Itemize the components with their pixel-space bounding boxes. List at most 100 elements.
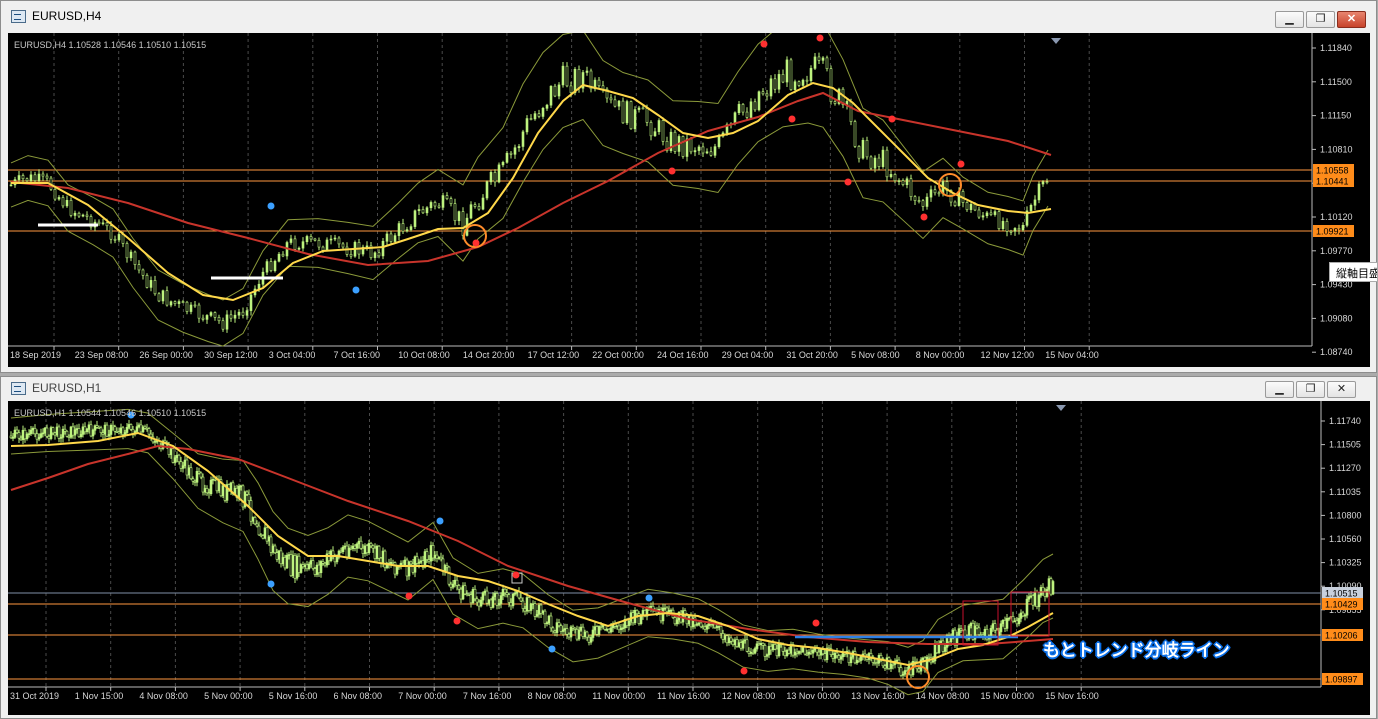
buy-signal-dot (352, 286, 360, 294)
restore-button[interactable]: ❐ (1296, 381, 1325, 398)
time-axis-label: 5 Nov 00:00 (204, 691, 253, 701)
price-chart-h4[interactable]: 18 Sep 2019 23 Sep 08:00 26 Sep 00:00 30 Se… (8, 33, 1370, 367)
candles (9, 419, 1055, 679)
price-axis-label: 1.09080 (1320, 313, 1353, 323)
time-axis-label: 5 Nov 16:00 (269, 691, 318, 701)
time-axis-label: 11 Nov 16:00 (657, 691, 710, 701)
symbol-info: EURUSD,H1 1.10544 1.10546 1.10510 1.1051… (14, 408, 207, 418)
price-chart-h1[interactable]: 31 Oct 2019 1 Nov 15:00 4 Nov 08:00 5 Nov 0… (8, 401, 1370, 715)
time-axis-label: 17 Oct 12:00 (528, 350, 580, 360)
buy-signal-dot (436, 517, 444, 525)
sell-signal-dot (453, 617, 461, 625)
price-axis-label: 1.11270 (1329, 463, 1361, 473)
price-axis-label: 1.11035 (1329, 487, 1361, 497)
window-title: EURUSD,H4 (32, 9, 102, 23)
time-axis-label: 29 Oct 04:00 (722, 350, 774, 360)
time-axis-label: 5 Nov 08:00 (851, 350, 900, 360)
buy-signal-dot (267, 580, 275, 588)
time-axis-label: 18 Sep 2019 (10, 350, 61, 360)
price-axis-label: 1.10810 (1320, 144, 1353, 154)
sell-signal-dot (788, 115, 796, 123)
time-axis-label: 15 Nov 04:00 (1045, 350, 1099, 360)
sell-signal-dot (888, 115, 896, 123)
price-axis-label: 1.09770 (1320, 246, 1353, 256)
price-label-text: 1.10206 (1325, 631, 1358, 641)
sell-signal-dot (668, 167, 676, 175)
time-axis-label: 31 Oct 20:00 (786, 350, 838, 360)
chart-canvas: 31 Oct 2019 1 Nov 15:00 4 Nov 08:00 5 Nov 0… (8, 401, 1363, 701)
sell-signal-dot (816, 34, 824, 42)
sell-signal-dot (472, 239, 480, 247)
time-axis-label: 7 Nov 16:00 (463, 691, 512, 701)
restore-button[interactable]: ❐ (1306, 11, 1335, 28)
buy-signal-dot (645, 594, 653, 602)
time-axis-label: 7 Oct 16:00 (334, 350, 381, 360)
price-label-text: 1.09921 (1316, 227, 1349, 237)
sell-signal-dot (405, 592, 413, 600)
time-axis-label: 13 Nov 00:00 (786, 691, 840, 701)
time-axis-label: 11 Nov 00:00 (592, 691, 645, 701)
time-axis-label: 14 Oct 20:00 (463, 350, 515, 360)
time-axis-label: 4 Nov 08:00 (139, 691, 188, 701)
sell-signal-dot (920, 213, 928, 221)
time-axis-label: 22 Oct 00:00 (592, 350, 644, 360)
symbol-info: EURUSD,H4 1.10528 1.10546 1.10510 1.1051… (14, 40, 207, 50)
price-label-text: 1.10558 (1316, 166, 1349, 176)
time-axis-label: 24 Oct 16:00 (657, 350, 709, 360)
price-axis-label: 1.10800 (1329, 510, 1362, 520)
sell-signal-dot (512, 571, 520, 579)
price-axis-label: 1.11505 (1329, 440, 1361, 450)
price-axis-label: 1.10120 (1320, 212, 1353, 222)
price-axis-label: 1.08740 (1320, 347, 1353, 357)
price-axis-label: 1.11740 (1329, 416, 1361, 426)
sell-signal-dot (812, 619, 820, 627)
fast-moving-average (10, 431, 1054, 667)
sell-signal-dot (844, 178, 852, 186)
price-label-text: 1.10441 (1316, 177, 1349, 187)
minimize-button[interactable]: ▁ (1265, 381, 1294, 398)
bollinger-lower-band (10, 118, 1049, 347)
bollinger-upper-band (10, 33, 1049, 301)
price-label-text: 1.09897 (1325, 675, 1358, 685)
candles (9, 52, 1049, 333)
time-axis-label: 10 Oct 08:00 (398, 350, 450, 360)
time-axis-label: 12 Nov 08:00 (722, 691, 776, 701)
price-label-text: 1.10429 (1325, 600, 1358, 610)
sell-signal-dot (760, 40, 768, 48)
chart-canvas: 18 Sep 2019 23 Sep 08:00 26 Sep 00:00 30 Se… (8, 33, 1354, 360)
time-axis-label: 3 Oct 04:00 (269, 350, 316, 360)
chart-shift-marker-icon[interactable] (1056, 405, 1066, 411)
time-axis-label: 26 Sep 00:00 (139, 350, 193, 360)
time-axis-label: 8 Nov 00:00 (916, 350, 965, 360)
window-titlebar[interactable]: EURUSD,H4 ▁ ❐ ✕ (1, 1, 1376, 31)
chart-window-h1[interactable]: EURUSD,H1 ▁ ❐ ✕ 31 Oct 2019 1 Nov 15:00 4 … (0, 376, 1377, 719)
time-axis-label: 12 Nov 12:00 (981, 350, 1035, 360)
price-label-text: 1.10515 (1325, 589, 1358, 599)
trend-line-annotation: もとトレンド分岐ライン (1043, 641, 1230, 660)
chart-window-icon (11, 9, 26, 23)
close-button[interactable]: ✕ (1337, 11, 1366, 28)
price-axis-label: 1.10560 (1329, 534, 1362, 544)
time-axis-label: 31 Oct 2019 (10, 691, 59, 701)
chart-window-h4[interactable]: EURUSD,H4 ▁ ❐ ✕ 18 Sep 2019 23 Sep 08:00 2… (0, 0, 1377, 373)
time-axis-label: 30 Sep 12:00 (204, 350, 258, 360)
time-axis-label: 15 Nov 16:00 (1045, 691, 1099, 701)
buy-signal-dot (548, 645, 556, 653)
sell-signal-dot (957, 160, 965, 168)
chart-window-icon (11, 381, 26, 395)
price-axis-label: 1.11150 (1320, 111, 1351, 121)
chart-shift-marker-icon[interactable] (1051, 38, 1061, 44)
minimize-button[interactable]: ▁ (1275, 11, 1304, 28)
axis-tooltip: 縦軸目盛 (1329, 262, 1378, 282)
window-titlebar[interactable]: EURUSD,H1 ▁ ❐ ✕ (1, 377, 1376, 399)
close-button[interactable]: ✕ (1327, 381, 1356, 398)
time-axis-label: 23 Sep 08:00 (75, 350, 129, 360)
slow-moving-average (10, 444, 1054, 645)
sell-signal-dot (740, 667, 748, 675)
time-axis-label: 13 Nov 16:00 (851, 691, 905, 701)
time-axis-label: 6 Nov 08:00 (334, 691, 383, 701)
time-axis-label: 8 Nov 08:00 (528, 691, 577, 701)
time-axis-label: 14 Nov 08:00 (916, 691, 970, 701)
price-axis-label: 1.11500 (1320, 77, 1352, 87)
price-axis-label: 1.10325 (1329, 558, 1362, 568)
